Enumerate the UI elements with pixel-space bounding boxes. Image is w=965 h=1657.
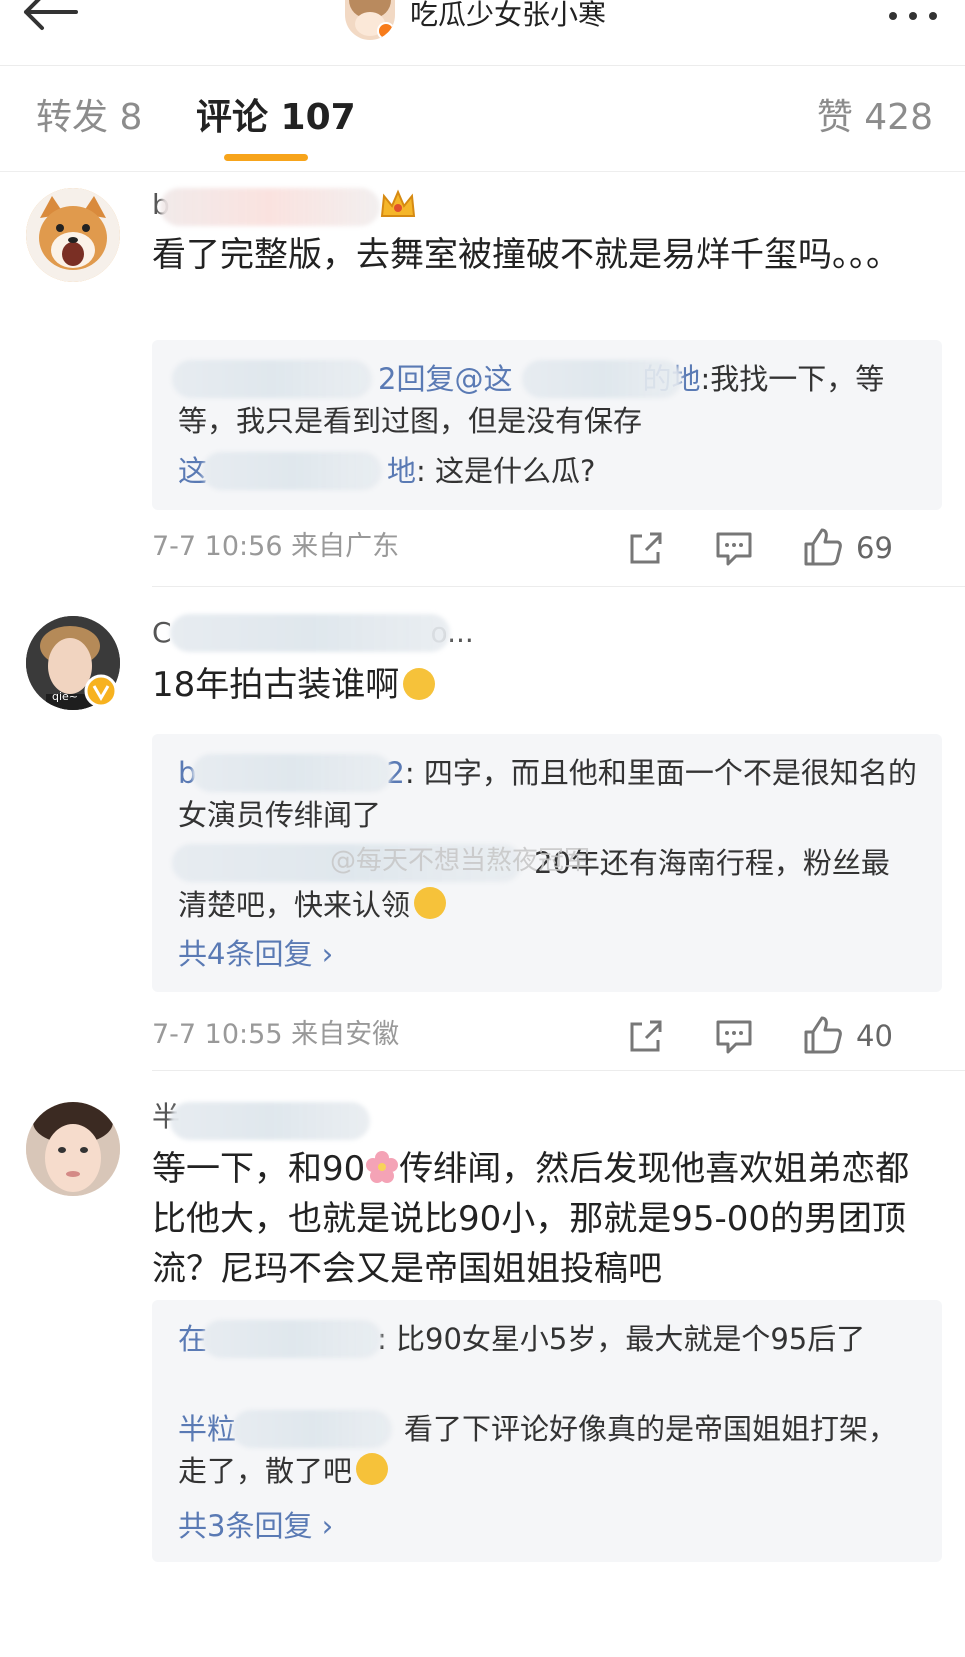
like-thumb-icon[interactable] — [800, 526, 844, 566]
redacted-username — [160, 188, 380, 226]
commenter-avatar[interactable] — [26, 188, 120, 282]
smile-emoji-icon — [356, 1453, 389, 1485]
redacted-username — [522, 360, 682, 398]
redacted-username — [192, 754, 392, 792]
svg-text:qie~: qie~ — [52, 690, 78, 703]
tab-likes[interactable]: 赞 428 — [817, 96, 933, 140]
comment-reply-icon[interactable] — [712, 1016, 756, 1056]
redacted-username — [170, 1102, 370, 1140]
divider — [152, 586, 965, 587]
sleepy-emoji-icon — [403, 668, 436, 700]
doge-emoji-icon — [414, 887, 447, 919]
like-count: 40 — [856, 1019, 893, 1053]
account-title[interactable]: 吃瓜少女张小寒 — [410, 0, 606, 36]
comment-item: 半 等一下，和90 传绯闻，然后发现他喜欢姐弟恋都比他大，也就是说比90小，那就… — [0, 1072, 965, 1657]
share-icon[interactable] — [624, 528, 668, 568]
comment-item: b 看了完整版，去舞室被撞破不就是易烊千玺吗。。。 2回复@这的地:我找一下，等… — [0, 172, 965, 592]
reply-box[interactable]: 在: 比90女星小5岁，最大就是个95后了 半粒 看了下评论好像真的是帝国姐姐打架… — [152, 1300, 942, 1562]
more-replies-link[interactable]: 共4条回复 › — [178, 934, 333, 974]
top-bar: 吃瓜少女张小寒 — [0, 0, 965, 66]
more-dots-icon[interactable] — [883, 6, 943, 26]
redacted-username — [170, 614, 450, 652]
comment-text: 等一下，和90 传绯闻，然后发现他喜欢姐弟恋都比他大，也就是说比90小，那就是9… — [152, 1149, 910, 1289]
comment-time-location: 7-7 10:55 来自安徽 — [152, 1019, 400, 1050]
comment-reply-icon[interactable] — [712, 528, 756, 568]
redacted-username — [172, 360, 372, 398]
comment-time-location: 7-7 10:56 来自广东 — [152, 531, 400, 562]
tab-comments[interactable]: 评论 107 — [196, 96, 356, 140]
verified-badge-icon — [84, 674, 118, 708]
redacted-username — [202, 1320, 382, 1358]
tab-repost[interactable]: 转发 8 — [36, 96, 142, 140]
flower-emoji-icon — [366, 1151, 399, 1183]
reply-box[interactable]: 2回复@这的地:我找一下，等等，我只是看到过图，但是没有保存 这地: 这是什么瓜… — [152, 340, 942, 510]
person-avatar-icon — [26, 1102, 120, 1196]
tab-bar: 转发 8 评论 107 赞 428 — [0, 66, 965, 172]
like-thumb-icon[interactable] — [800, 1014, 844, 1054]
comment-text: 18年拍古装谁啊 — [152, 660, 942, 710]
watermark: @每天不想当熬夜冠军 — [330, 846, 591, 876]
share-icon[interactable] — [624, 1016, 668, 1056]
crown-badge-icon — [380, 189, 416, 217]
like-count: 69 — [856, 531, 893, 565]
back-arrow-icon[interactable] — [20, 0, 80, 40]
verified-badge-icon — [377, 22, 395, 40]
comment-item: qie~ C o... 18年拍古装谁啊 b 2: 四字，而且他和里面一个不是很知… — [0, 592, 965, 1072]
commenter-avatar[interactable] — [26, 1102, 120, 1196]
shiba-dog-icon — [26, 188, 120, 282]
redacted-username — [202, 452, 382, 490]
divider — [152, 1070, 965, 1071]
comment-text: 看了完整版，去舞室被撞破不就是易烊千玺吗。。。 — [152, 235, 900, 275]
redacted-username — [232, 1410, 392, 1448]
more-replies-link[interactable]: 共3条回复 › — [178, 1506, 333, 1546]
active-tab-indicator — [224, 154, 308, 161]
account-avatar[interactable] — [345, 0, 395, 40]
